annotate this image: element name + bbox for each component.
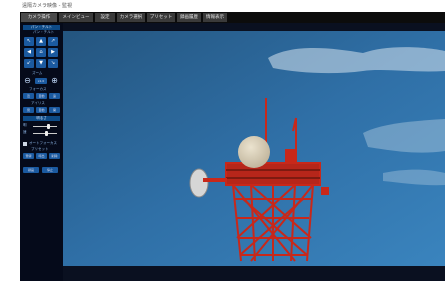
- focus-auto-button[interactable]: 自動: [36, 93, 47, 99]
- arrow-up-right-icon: ↗: [50, 38, 56, 44]
- stop-button[interactable]: 停止: [42, 167, 58, 173]
- radome-dish: [238, 136, 270, 168]
- preset-delete-button[interactable]: 削除: [49, 153, 60, 159]
- pan-home-button[interactable]: ⌂: [36, 48, 46, 57]
- zoom-out-button[interactable]: ⊖: [22, 76, 33, 86]
- window-title: 遠隔カメラ映像 - 監視: [22, 3, 72, 9]
- pan-down-left-button[interactable]: ↙: [24, 59, 34, 68]
- arrow-up-left-icon: ↖: [26, 38, 32, 44]
- brightness-slider-handle[interactable]: [47, 124, 50, 129]
- tab-preset[interactable]: プリセット: [147, 13, 175, 22]
- zoom-out-icon: ⊖: [24, 76, 31, 85]
- record-button[interactable]: 録画: [23, 167, 39, 173]
- pan-right-button[interactable]: ▶: [48, 48, 58, 57]
- zoom-value: x1.0: [35, 78, 47, 84]
- speed-slider-handle[interactable]: [45, 131, 48, 136]
- iris-section-label: アイリス: [31, 101, 45, 105]
- arrow-left-icon: ◀: [27, 49, 31, 55]
- slider1-label: 明: [23, 123, 27, 127]
- focus-section-label: フォーカス: [29, 87, 47, 91]
- window-titlebar: 遠隔カメラ映像 - 監視: [0, 0, 445, 12]
- iris-open-button[interactable]: 開: [49, 107, 60, 113]
- iris-auto-button[interactable]: 自動: [36, 107, 47, 113]
- pan-down-right-button[interactable]: ↘: [48, 59, 58, 68]
- tab-camera-control[interactable]: カメラ操作: [21, 13, 57, 22]
- preset-section-label: プリセット: [31, 147, 49, 151]
- tab-main-view[interactable]: メインビュー: [59, 13, 93, 22]
- zoom-section-label: ズーム: [32, 71, 43, 75]
- tab-info[interactable]: 情報表示: [203, 13, 227, 22]
- arrow-down-right-icon: ↘: [50, 60, 56, 66]
- brightness-slider-track[interactable]: [33, 126, 57, 127]
- zoom-in-button[interactable]: ⊕: [49, 76, 60, 86]
- home-icon: ⌂: [39, 49, 43, 55]
- section-header-brightness: 明るさ: [23, 116, 60, 121]
- pan-up-left-button[interactable]: ↖: [24, 37, 34, 46]
- tab-camera-select[interactable]: カメラ選択: [117, 13, 145, 22]
- pan-left-button[interactable]: ◀: [24, 48, 34, 57]
- focus-far-button[interactable]: 遠: [49, 93, 60, 99]
- arrow-down-icon: ▼: [39, 60, 43, 66]
- control-sidebar: パン・チルト パン・チルト ↖ ▲ ↗ ◀ ⌂ ▶ ↙ ▼ ↘ ズーム ⊖ x1…: [20, 23, 63, 281]
- tab-recording-history[interactable]: 録画履歴: [177, 13, 201, 22]
- preset-call-button[interactable]: 呼出: [36, 153, 47, 159]
- video-frame: [63, 23, 445, 281]
- pan-up-button[interactable]: ▲: [36, 37, 46, 46]
- arrow-right-icon: ▶: [51, 49, 55, 55]
- pan-down-button[interactable]: ▼: [36, 59, 46, 68]
- autofocus-checkbox[interactable]: [23, 142, 27, 146]
- arrow-up-icon: ▲: [39, 38, 43, 44]
- focus-near-button[interactable]: 近: [23, 93, 34, 99]
- zoom-in-icon: ⊕: [51, 76, 58, 85]
- ptz-label: パン・チルト: [33, 30, 55, 34]
- pan-up-right-button[interactable]: ↗: [48, 37, 58, 46]
- tab-bar: カメラ操作 メインビュー 設定 カメラ選択 プリセット 録画履歴 情報表示: [20, 12, 445, 23]
- arrow-down-left-icon: ↙: [26, 60, 32, 66]
- video-top-bar: [63, 23, 445, 31]
- slider2-label: 速: [23, 130, 27, 134]
- preset-register-button[interactable]: 登録: [23, 153, 34, 159]
- iris-close-button[interactable]: 閉: [23, 107, 34, 113]
- video-bottom-bar: [63, 266, 445, 281]
- tab-settings[interactable]: 設定: [95, 13, 115, 22]
- autofocus-checkbox-label: オートフォーカス: [29, 141, 57, 145]
- camera-video-feed[interactable]: [63, 23, 445, 281]
